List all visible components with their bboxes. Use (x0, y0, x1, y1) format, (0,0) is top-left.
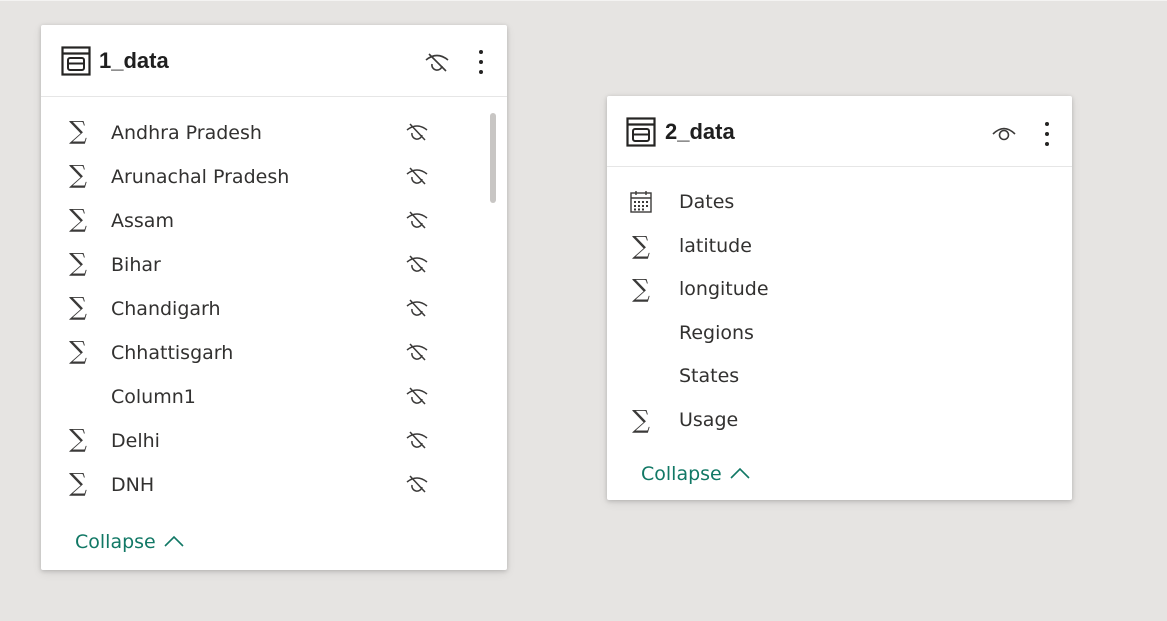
field-label: Column1 (111, 386, 196, 408)
scrollbar-thumb[interactable] (490, 113, 496, 203)
sigma-icon: ∑ (69, 424, 87, 453)
field-row[interactable]: ∑ Assam (41, 200, 507, 244)
field-row[interactable]: Column1 (41, 376, 507, 420)
field-row[interactable]: ∑ Chandigarh (41, 288, 507, 332)
eye-hidden-icon[interactable] (405, 122, 429, 142)
field-label: Dates (679, 191, 735, 213)
eye-hidden-icon[interactable] (405, 298, 429, 318)
field-label: Assam (111, 210, 174, 232)
chevron-up-icon (730, 467, 750, 479)
field-label: Andhra Pradesh (111, 122, 262, 144)
more-options-icon[interactable] (475, 46, 487, 78)
eye-hidden-icon[interactable] (423, 51, 451, 73)
field-row[interactable]: Regions (607, 313, 1072, 357)
table-card-1-data[interactable]: 1_data ∑ Andhra Pradesh ∑ Arunachal Prad… (41, 25, 507, 570)
sigma-icon: ∑ (69, 468, 87, 497)
table-icon (61, 46, 91, 76)
sigma-icon: ∑ (69, 292, 87, 321)
eye-hidden-icon[interactable] (405, 210, 429, 230)
collapse-button[interactable]: Collapse (641, 462, 752, 486)
field-label: Delhi (111, 430, 160, 452)
more-options-icon[interactable] (1041, 118, 1053, 150)
eye-hidden-icon[interactable] (405, 474, 429, 494)
calendar-icon (630, 191, 652, 213)
field-row[interactable]: ∑ Usage (607, 400, 1072, 444)
field-label: latitude (679, 234, 752, 257)
sigma-icon: ∑ (69, 336, 87, 365)
sigma-icon: ∑ (69, 248, 87, 277)
table-card-2-data[interactable]: 2_data Dates ∑ latitude ∑ longitude Regi… (607, 96, 1072, 500)
field-label: longitude (679, 278, 769, 300)
field-label: Usage (679, 408, 739, 431)
eye-hidden-icon[interactable] (405, 430, 429, 450)
field-list: ∑ Andhra Pradesh ∑ Arunachal Pradesh ∑ A… (41, 112, 507, 508)
field-label: States (679, 365, 740, 387)
model-canvas[interactable]: 1_data ∑ Andhra Pradesh ∑ Arunachal Prad… (0, 0, 1167, 621)
eye-hidden-icon[interactable] (405, 166, 429, 186)
sigma-icon: ∑ (69, 204, 87, 233)
table-title: 1_data (99, 48, 169, 73)
collapse-label: Collapse (75, 531, 156, 553)
eye-icon[interactable] (990, 122, 1018, 144)
field-row[interactable]: ∑ Andhra Pradesh (41, 112, 507, 156)
collapse-button[interactable]: Collapse (75, 530, 186, 554)
collapse-label: Collapse (641, 463, 722, 485)
field-row[interactable]: ∑ Arunachal Pradesh (41, 156, 507, 200)
field-row[interactable]: ∑ Delhi (41, 420, 507, 464)
field-list: Dates ∑ latitude ∑ longitude Regions Sta… (607, 182, 1072, 443)
eye-hidden-icon[interactable] (405, 342, 429, 362)
field-label: DNH (111, 474, 155, 496)
table-card-header[interactable]: 2_data (607, 96, 1072, 167)
table-card-header[interactable]: 1_data (41, 25, 507, 97)
eye-hidden-icon[interactable] (405, 254, 429, 274)
sigma-icon: ∑ (632, 230, 650, 260)
field-row[interactable]: Dates (607, 182, 1072, 226)
eye-hidden-icon[interactable] (405, 386, 429, 406)
field-row[interactable]: States (607, 356, 1072, 400)
field-label: Regions (679, 321, 754, 344)
sigma-icon: ∑ (632, 404, 650, 434)
sigma-icon: ∑ (69, 116, 87, 145)
chevron-up-icon (164, 535, 184, 547)
field-label: Chandigarh (111, 298, 221, 320)
field-label: Bihar (111, 254, 161, 276)
field-row[interactable]: ∑ Bihar (41, 244, 507, 288)
field-row[interactable]: ∑ longitude (607, 269, 1072, 313)
table-icon (626, 117, 656, 147)
field-row[interactable]: ∑ Chhattisgarh (41, 332, 507, 376)
field-label: Chhattisgarh (111, 342, 234, 364)
table-title: 2_data (665, 119, 735, 144)
sigma-icon: ∑ (69, 160, 87, 189)
field-row[interactable]: ∑ DNH (41, 464, 507, 508)
field-row[interactable]: ∑ latitude (607, 226, 1072, 270)
field-label: Arunachal Pradesh (111, 166, 290, 188)
sigma-icon: ∑ (632, 274, 650, 303)
